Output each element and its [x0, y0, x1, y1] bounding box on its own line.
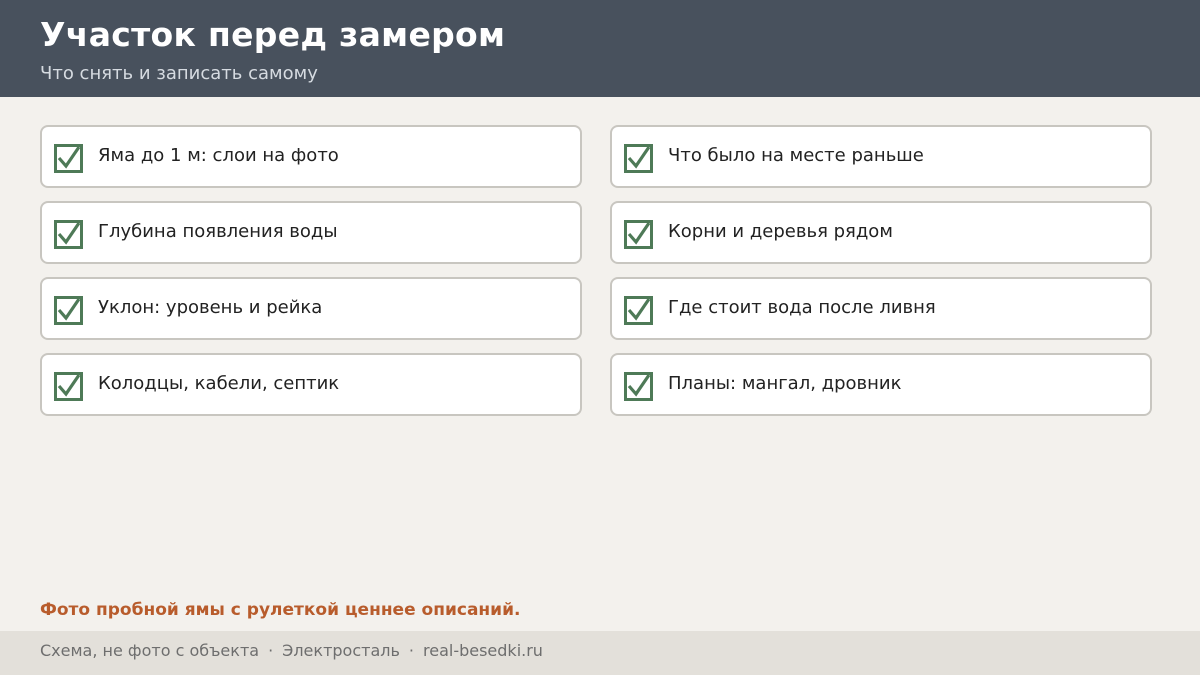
checked-checkbox-icon [624, 296, 653, 325]
checklist-item: Корни и деревья рядом [610, 201, 1152, 264]
checklist-item-label: Где стоит вода после ливня [668, 297, 936, 318]
checked-checkbox-icon [54, 144, 83, 173]
checklist-item: Уклон: уровень и рейка [40, 277, 582, 340]
checklist-item-label: Колодцы, кабели, септик [98, 373, 340, 394]
footer-site-link[interactable]: real-besedki.ru [423, 641, 543, 660]
footer-separator: · [408, 641, 414, 660]
footer-separator: · [268, 641, 274, 660]
checked-checkbox-icon [54, 296, 83, 325]
checklist-item: Глубина появления воды [40, 201, 582, 264]
checklist-item-label: Яма до 1 м: слои на фото [98, 145, 339, 166]
tip-note: Фото пробной ямы с рулеткой ценнее описа… [40, 600, 521, 620]
checklist-item-label: Что было на месте раньше [668, 145, 924, 166]
footer-line: Схема, не фото с объекта · Электросталь · re… [40, 641, 543, 660]
checklist-item: Где стоит вода после ливня [610, 277, 1152, 340]
checklist-item-label: Глубина появления воды [98, 221, 338, 242]
checklist-item-label: Планы: мангал, дровник [668, 373, 902, 394]
checklist-item: Что было на месте раньше [610, 125, 1152, 188]
checked-checkbox-icon [624, 372, 653, 401]
checked-checkbox-icon [624, 220, 653, 249]
page-title: Участок перед замером [40, 15, 506, 54]
checked-checkbox-icon [54, 220, 83, 249]
checklist-item: Планы: мангал, дровник [610, 353, 1152, 416]
footer: Схема, не фото с объекта · Электросталь · re… [0, 631, 1200, 675]
checked-checkbox-icon [624, 144, 653, 173]
header: Участок перед замером Что снять и записа… [0, 0, 1200, 97]
page-subtitle: Что снять и записать самому [40, 63, 318, 84]
checklist-item: Яма до 1 м: слои на фото [40, 125, 582, 188]
checklist-item: Колодцы, кабели, септик [40, 353, 582, 416]
footer-disclaimer: Схема, не фото с объекта [40, 641, 260, 660]
checklist-item-label: Уклон: уровень и рейка [98, 297, 323, 318]
footer-city: Электросталь [282, 641, 400, 660]
checklist-item-label: Корни и деревья рядом [668, 221, 893, 242]
checked-checkbox-icon [54, 372, 83, 401]
